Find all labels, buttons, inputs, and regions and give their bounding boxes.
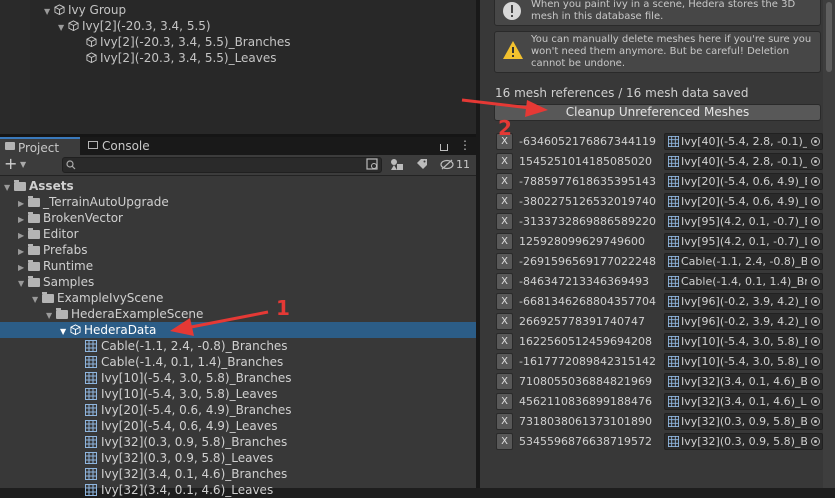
arrow-2 — [461, 98, 548, 117]
annotation-label-2: 2 — [498, 116, 512, 140]
annotation-label-1: 1 — [276, 296, 290, 320]
arrow-1 — [170, 310, 269, 336]
annotation-overlay — [170, 98, 548, 336]
